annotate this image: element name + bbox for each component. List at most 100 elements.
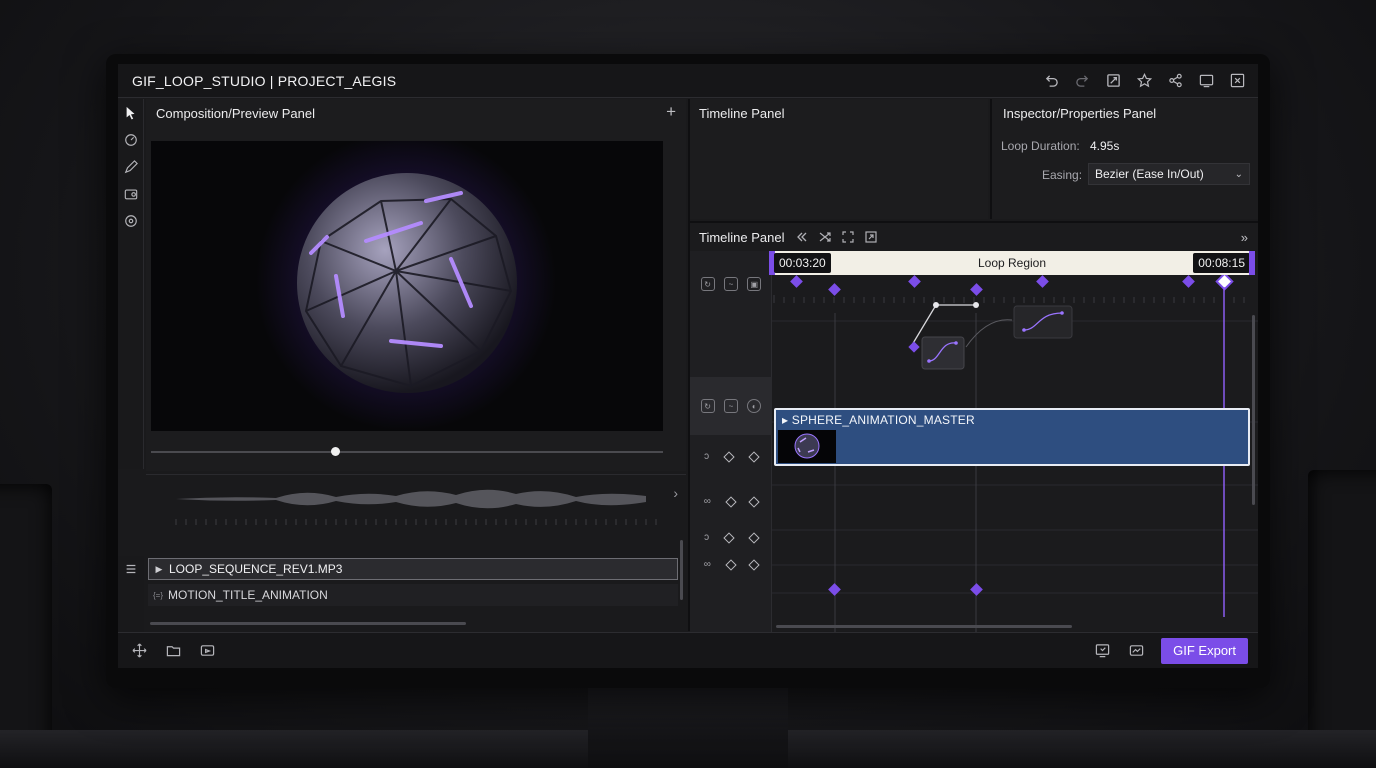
timeline-title: Timeline Panel [699,229,785,245]
image-icon[interactable]: ▣ [747,277,762,291]
sphere-render [256,141,556,431]
curve-icon[interactable]: ~ [723,399,738,413]
preview-scrubber[interactable] [151,447,663,456]
timeline-header: Timeline Panel » [690,223,1258,251]
link-icon[interactable]: ↄ [704,451,709,462]
move-icon[interactable] [130,642,148,660]
add-button[interactable]: + [666,102,676,122]
loop-toggle-icon[interactable]: ↻ [700,277,715,291]
horizontal-scrollbar[interactable] [150,622,466,625]
ruler-ticks [773,295,1245,303]
curve-icon[interactable]: ~ [723,277,738,291]
app-title: GIF_LOOP_STUDIO | PROJECT_AEGIS [132,72,397,89]
media-icon[interactable] [198,642,216,660]
inspector-panel-title: Inspector/Properties Panel [1003,106,1157,121]
list-icon[interactable] [118,557,144,581]
keyframe-icon[interactable] [748,495,760,508]
clip-thumbnail [778,430,836,463]
track-controls-row: ↻ ~ ◐ [690,399,772,413]
pen-icon[interactable] [118,153,144,180]
easing-dropdown[interactable]: Bezier (Ease In/Out) ⌄ [1088,163,1250,185]
chevron-down-icon: ⌄ [1234,168,1243,180]
timeline-horizontal-scrollbar[interactable] [776,625,1072,628]
easing-label: Easing: [1042,168,1083,182]
loop-toggle-icon[interactable]: ↻ [700,399,715,413]
link-icon[interactable]: ↄ [704,532,709,543]
keyframe-icon[interactable] [748,450,760,463]
loop-end-handle[interactable] [1249,251,1255,275]
redo-icon[interactable] [1073,72,1091,90]
mask-icon[interactable]: ◐ [747,399,762,413]
loop-end-time[interactable]: 00:08:15 [1193,253,1250,273]
monitor-icon[interactable] [1197,72,1215,90]
expand-arrow-icon[interactable]: ▶ [149,564,169,575]
track-controls-row: ↄ [690,450,772,463]
star-icon[interactable] [1135,72,1153,90]
folder-icon[interactable] [164,642,182,660]
track-controls-row: ↻ ~ ▣ [690,277,772,291]
easing-value: Bezier (Ease In/Out) [1095,167,1204,181]
keyframe-icon[interactable] [723,531,736,544]
clip-name: ▸ SPHERE_ANIMATION_MASTER [782,413,975,427]
right-speaker [1308,470,1376,768]
vertical-scrollbar[interactable] [680,540,683,600]
title-bar: GIF_LOOP_STUDIO | PROJECT_AEGIS [118,64,1258,98]
close-icon[interactable] [1228,72,1246,90]
keyframe-icon[interactable] [724,495,737,508]
inspector-panel: Inspector/Properties Panel Loop Duration… [990,99,1258,219]
layer-name: MOTION_TITLE_ANIMATION [168,588,328,602]
composition-panel-title: Composition/Preview Panel [156,106,315,121]
track-controls-row: ↄ [690,531,772,544]
export-frame-icon[interactable] [864,230,879,245]
loop-duration-label: Loop Duration: [1001,139,1080,153]
loop-duration-value[interactable]: 4.95s [1090,139,1119,153]
layer-name: LOOP_SEQUENCE_REV1.MP3 [169,562,343,576]
keyframe-icon[interactable] [748,558,760,571]
keyframe-icon[interactable] [723,450,736,463]
preview-monitor-icon[interactable] [1093,642,1111,660]
app-window: GIF_LOOP_STUDIO | PROJECT_AEGIS Composit… [118,64,1258,668]
loop-region-bar[interactable]: 00:03:20 Loop Region 00:08:15 [769,251,1255,275]
left-speaker [0,484,52,768]
fit-icon[interactable] [841,230,856,245]
shuffle-icon[interactable] [818,230,833,245]
easing-curve-editor [908,302,1073,370]
timeline-panel-top: Timeline Panel [690,99,988,219]
lasso-icon[interactable] [118,126,144,153]
timeline-panel: Timeline Panel » ↻ ~ ▣ ↻ ~ ◐ ↄ ∞ ↄ ∞ 00:… [690,221,1258,633]
layer-row[interactable]: ▶ LOOP_SEQUENCE_REV1.MP3 [148,558,678,580]
preview-canvas[interactable] [151,141,663,431]
loop-region-label: Loop Region [977,256,1047,270]
keyframes-bottom [828,583,983,596]
target-icon[interactable] [118,207,144,234]
track-controls-row: ∞ [690,558,772,571]
render-settings-icon[interactable] [1127,642,1145,660]
timeline-clip[interactable]: ▸ SPHERE_ANIMATION_MASTER [774,408,1250,466]
timeline-vertical-scrollbar[interactable] [1252,315,1255,505]
monitor-stand [588,686,788,768]
title-toolbar [1042,72,1246,90]
link-icon[interactable]: ∞ [704,496,711,507]
gif-export-button[interactable]: GIF Export [1161,637,1248,664]
share-icon[interactable] [1166,72,1184,90]
undo-icon[interactable] [1042,72,1060,90]
keyframes [790,275,1195,296]
layer-type-icon: {=} [152,590,163,600]
audio-waveform [175,489,657,525]
layers-rail [118,556,144,632]
chevron-right-icon[interactable]: › [673,485,678,501]
clip-thumbnail-sphere [794,433,820,459]
layer-row[interactable]: {=} MOTION_TITLE_ANIMATION [148,584,678,606]
scrubber-handle[interactable] [331,447,341,456]
link-icon[interactable]: ∞ [704,559,711,570]
double-chevron-right-icon[interactable]: » [1241,230,1248,245]
track-controls: ↻ ~ ▣ ↻ ~ ◐ ↄ ∞ ↄ ∞ [690,251,772,633]
camera-icon[interactable] [118,180,144,207]
keyframe-icon[interactable] [724,558,737,571]
composition-panel: Composition/Preview Panel + [146,99,686,471]
audio-waveform-area: › [146,474,686,556]
expand-icon[interactable] [1104,72,1122,90]
keyframe-icon[interactable] [748,531,760,544]
pointer-icon[interactable] [118,99,144,126]
double-chevron-left-icon[interactable] [795,230,810,245]
